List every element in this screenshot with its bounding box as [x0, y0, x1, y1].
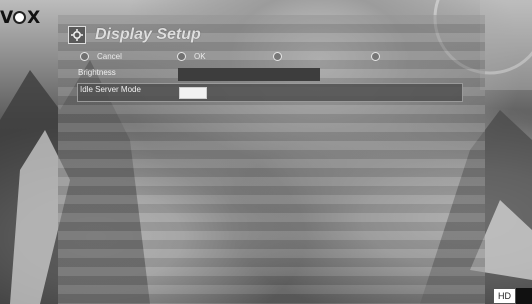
- logo-text-left: V: [0, 8, 13, 28]
- dialog-title: Display Setup: [95, 26, 201, 43]
- radio-circle-icon: [80, 52, 89, 61]
- cancel-radio[interactable]: Cancel: [80, 52, 122, 61]
- option-3-radio[interactable]: [273, 52, 290, 61]
- ok-radio[interactable]: OK: [177, 52, 206, 61]
- brightness-label: Brightness: [78, 68, 116, 77]
- idle-server-mode-label: Idle Server Mode: [80, 85, 141, 94]
- idle-server-mode-row[interactable]: Idle Server Mode: [77, 83, 463, 102]
- logo-text-right: X: [27, 8, 40, 28]
- dialog-header: Display Setup: [68, 24, 201, 46]
- hd-badge: HD: [493, 288, 532, 304]
- hd-label: HD: [493, 288, 516, 304]
- cancel-label: Cancel: [97, 52, 122, 61]
- radio-circle-icon: [371, 52, 380, 61]
- gear-icon: [68, 26, 86, 44]
- radio-circle-icon: [273, 52, 282, 61]
- channel-logo: VX: [0, 8, 40, 28]
- badge-block: [516, 288, 532, 304]
- display-setup-dialog: Display Setup Cancel OK Brightness Idle …: [58, 15, 485, 304]
- logo-ring-icon: [13, 11, 27, 24]
- ok-label: OK: [194, 52, 206, 61]
- idle-server-mode-field[interactable]: [179, 87, 207, 99]
- option-4-radio[interactable]: [371, 52, 388, 61]
- radio-circle-icon: [177, 52, 186, 61]
- brightness-slider[interactable]: [178, 68, 320, 81]
